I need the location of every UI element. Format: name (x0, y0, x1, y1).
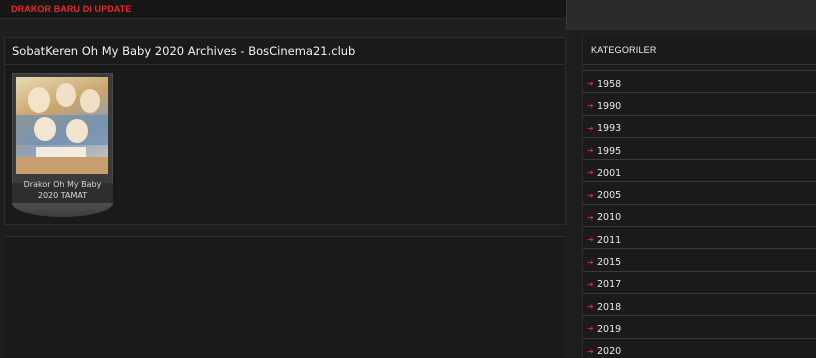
archive-panel: SobatKeren Oh My Baby 2020 Archives - Bo… (4, 37, 566, 225)
category-label: 2017 (597, 279, 622, 291)
right-arrow-icon: ➜ (587, 302, 594, 312)
category-label: 2010 (597, 212, 622, 224)
right-arrow-icon: ➜ (587, 346, 594, 356)
category-label: 2018 (597, 301, 622, 313)
sidebar-title: KATEGORILER (583, 36, 816, 65)
right-arrow-icon: ➜ (587, 324, 594, 334)
category-label: 2015 (597, 257, 622, 269)
right-arrow-icon: ➜ (587, 79, 594, 89)
category-label: 2011 (597, 234, 622, 246)
category-label: 1958 (597, 78, 622, 90)
top-right-panel (566, 0, 816, 30)
movie-caption[interactable]: Drakor Oh My Baby 2020 TAMAT (12, 179, 113, 201)
category-item[interactable]: ➜ 1993 (583, 114, 816, 137)
category-item[interactable]: ➜ 2010 (583, 203, 816, 226)
archive-title: SobatKeren Oh My Baby 2020 Archives - Bo… (5, 38, 565, 65)
spacer (0, 19, 566, 37)
category-list: ➜ 1958 ➜ 1990 ➜ 1993 ➜ 1995 ➜ 2001 ➜ 2005 ➜ 2010 ➜ 2011… (583, 70, 816, 358)
card-footer (12, 203, 113, 217)
category-item[interactable]: ➜ 1958 (583, 70, 816, 92)
category-label: 2001 (597, 167, 622, 179)
category-item[interactable]: ➜ 2015 (583, 248, 816, 270)
category-item[interactable]: ➜ 2005 (583, 181, 816, 203)
right-arrow-icon: ➜ (587, 279, 594, 289)
category-label: 1995 (597, 145, 622, 157)
category-label: 2005 (597, 190, 622, 202)
right-arrow-icon: ➜ (587, 123, 594, 133)
right-arrow-icon: ➜ (587, 257, 594, 267)
ticker-heading[interactable]: DRAKOR BARU DI UPDATE (11, 4, 131, 14)
category-label: 2020 (597, 346, 622, 358)
category-item[interactable]: ➜ 1990 (583, 92, 816, 114)
category-item[interactable]: ➜ 2001 (583, 159, 816, 181)
right-arrow-icon: ➜ (587, 235, 594, 245)
category-item[interactable]: ➜ 2018 (583, 292, 816, 315)
category-item[interactable]: ➜ 2020 (583, 337, 816, 358)
right-arrow-icon: ➜ (587, 212, 594, 222)
movie-card[interactable]: Drakor Oh My Baby 2020 TAMAT (12, 73, 113, 218)
category-label: 1993 (597, 123, 622, 135)
right-arrow-icon: ➜ (587, 146, 594, 156)
category-item[interactable]: ➜ 2017 (583, 270, 816, 293)
right-arrow-icon: ➜ (587, 101, 594, 111)
category-sidebar: KATEGORILER ➜ 1958 ➜ 1990 ➜ 1993 ➜ 1995 ➜ 2001 ➜ 20… (582, 36, 816, 358)
right-arrow-icon: ➜ (587, 190, 594, 200)
caption-line-2: 2020 TAMAT (37, 191, 88, 200)
category-label: 2019 (597, 323, 622, 335)
category-item[interactable]: ➜ 1995 (583, 136, 816, 159)
category-label: 1990 (597, 100, 622, 112)
top-ticker-bar: DRAKOR BARU DI UPDATE (0, 0, 566, 19)
category-item[interactable]: ➜ 2019 (583, 315, 816, 337)
category-item[interactable]: ➜ 2011 (583, 226, 816, 248)
lower-content-area (4, 236, 566, 358)
right-arrow-icon: ➜ (587, 168, 594, 178)
poster-image[interactable] (16, 77, 108, 174)
caption-line-1: Drakor Oh My Baby (23, 180, 102, 189)
